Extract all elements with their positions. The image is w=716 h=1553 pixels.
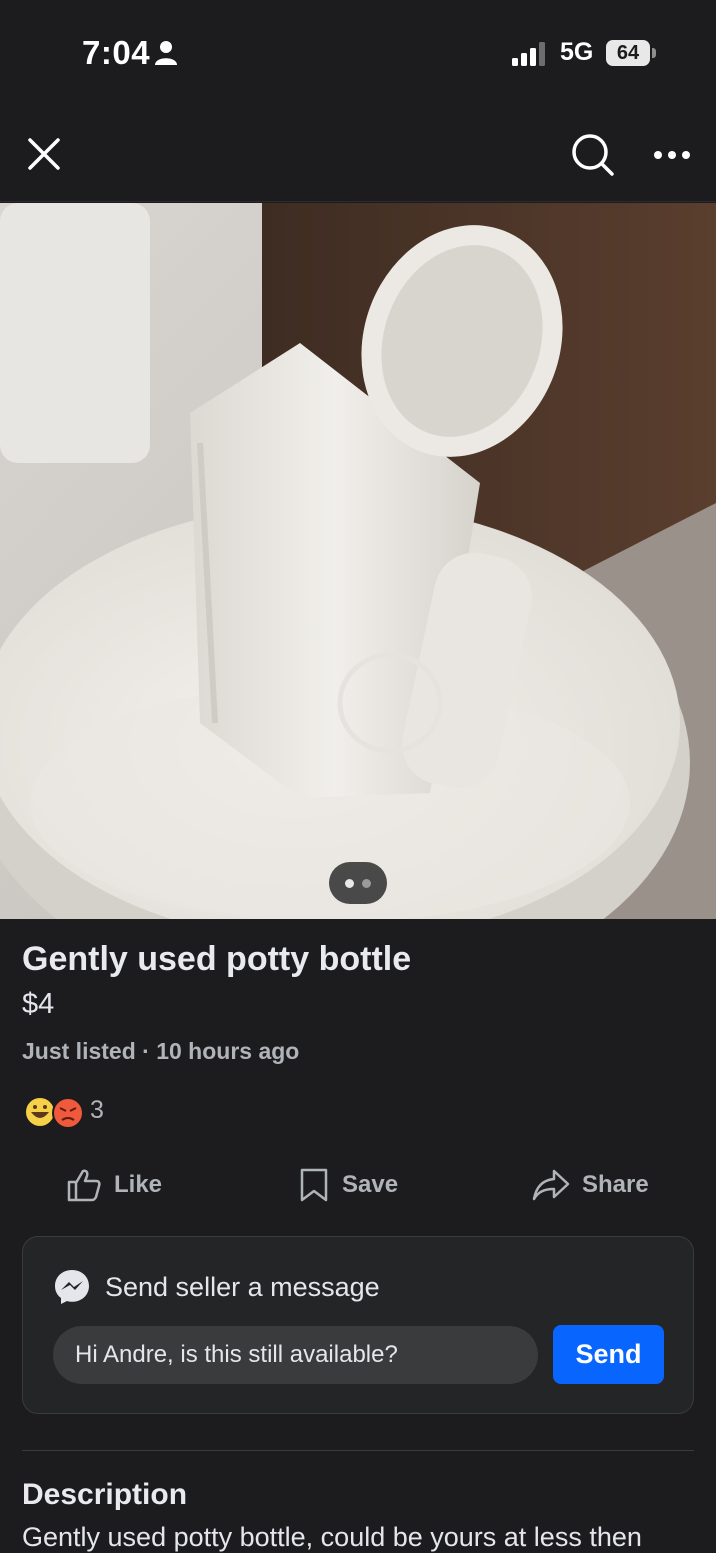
- save-label: Save: [342, 1171, 399, 1198]
- signal-icon: [512, 42, 550, 71]
- message-header: Send seller a message: [53, 1267, 380, 1307]
- share-icon: [532, 1169, 570, 1201]
- more-icon[interactable]: [652, 148, 692, 166]
- listing-price: $4: [22, 988, 55, 1020]
- messenger-icon: [55, 1270, 89, 1304]
- share-label: Share: [582, 1171, 649, 1198]
- reactions[interactable]: [22, 1094, 86, 1130]
- photo-page-indicator: [329, 862, 387, 904]
- save-button[interactable]: Save: [298, 1160, 398, 1210]
- listing-time: Just listed · 10 hours ago: [22, 1038, 300, 1064]
- like-button[interactable]: Like: [66, 1160, 162, 1210]
- description-text: Gently used potty bottle, could be yours…: [22, 1522, 642, 1552]
- battery-icon: [652, 48, 656, 58]
- page-dot-active: [345, 879, 354, 888]
- close-icon[interactable]: [26, 136, 62, 177]
- listing-photo[interactable]: [0, 203, 716, 919]
- bookmark-icon: [300, 1168, 328, 1202]
- top-nav-bar: [0, 110, 716, 202]
- battery-level: 64: [606, 40, 650, 66]
- person-icon: [154, 40, 178, 71]
- action-row: Like Save Share: [0, 1160, 716, 1210]
- message-input[interactable]: Hi Andre, is this still available?: [53, 1326, 538, 1384]
- page-dot: [362, 879, 371, 888]
- search-icon[interactable]: [570, 132, 616, 183]
- status-time: 7:04: [82, 34, 151, 71]
- share-button[interactable]: Share: [532, 1160, 649, 1210]
- like-label: Like: [114, 1171, 163, 1198]
- description-heading: Description: [22, 1478, 188, 1511]
- send-button[interactable]: Send: [553, 1325, 664, 1384]
- listing-title: Gently used potty bottle: [22, 940, 412, 978]
- reaction-count: 3: [90, 1096, 104, 1124]
- network-label: 5G: [560, 38, 594, 66]
- message-seller-card: Send seller a message Hi Andre, is this …: [22, 1236, 694, 1414]
- divider: [22, 1450, 694, 1451]
- thumbs-up-icon: [67, 1169, 101, 1202]
- listing-photo-image: [0, 203, 716, 919]
- message-header-label: Send seller a message: [105, 1271, 380, 1302]
- status-bar: 7:04 5G 64: [0, 0, 716, 110]
